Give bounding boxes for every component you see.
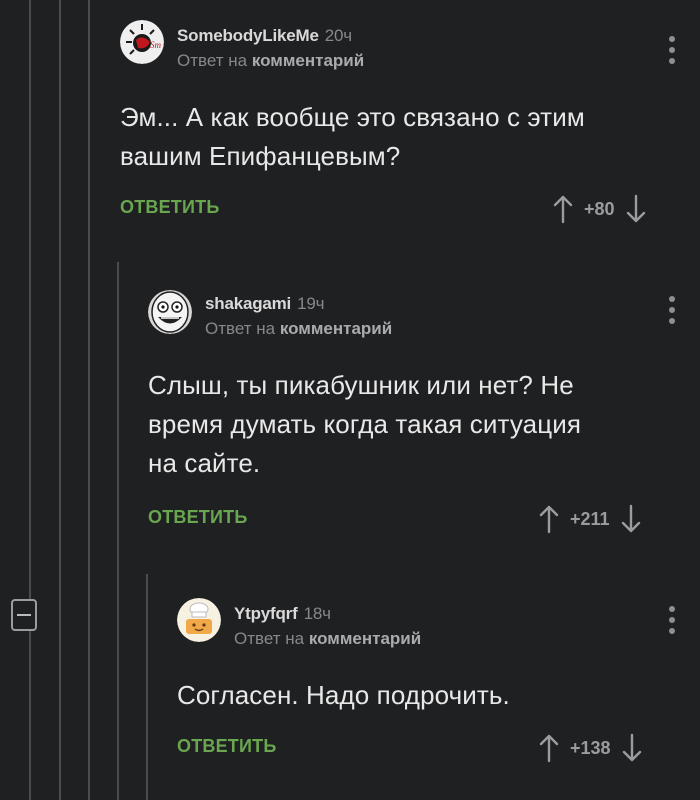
comment-text: Слыш, ты пикабушник или нет? Не время ду… [148, 366, 581, 483]
reply-to-link[interactable]: комментарий [280, 319, 392, 338]
comment-header: Ytpyfqrf 18ч Ответ на комментарий [177, 592, 675, 652]
comment-header: Sm SomebodyLikeMe 20ч Ответ на комментари… [120, 14, 675, 74]
thread-line [59, 0, 61, 800]
comment: Ytpyfqrf 18ч Ответ на комментарий Согласе… [177, 592, 675, 772]
vote-controls: +80 [552, 194, 647, 224]
vote-score: +211 [570, 508, 610, 529]
comment-text-line: на сайте. [148, 448, 261, 478]
more-options-icon[interactable] [666, 296, 678, 324]
svg-text:Sm: Sm [150, 40, 162, 50]
collapse-thread-icon[interactable] [11, 599, 37, 631]
reply-button[interactable]: ОТВЕТИТЬ [177, 736, 276, 757]
comment-text-line: вашим Епифанцевым? [120, 141, 401, 171]
reply-to-prefix: Ответ на [177, 51, 248, 70]
comment-text-line: Эм... А как вообще это связано с этим [120, 102, 585, 132]
arrow-up-icon[interactable] [538, 504, 560, 534]
timestamp: 20ч [324, 26, 352, 45]
sun-avatar-icon[interactable]: Sm [120, 20, 164, 64]
arrow-down-icon[interactable] [620, 504, 642, 534]
vote-score: +138 [570, 737, 611, 758]
reply-to-link[interactable]: комментарий [309, 629, 421, 648]
reply-to: Ответ на комментарий [177, 51, 364, 71]
comment-text: Согласен. Надо подрочить. [177, 676, 510, 715]
arrow-up-icon[interactable] [538, 733, 560, 763]
comment-header: shakagami 19ч Ответ на комментарий [148, 282, 675, 342]
reply-to: Ответ на комментарий [234, 629, 421, 649]
arrow-up-icon[interactable] [552, 194, 574, 224]
username-text[interactable]: shakagami [205, 294, 291, 313]
thread-line [117, 262, 119, 800]
vote-score: +80 [584, 198, 615, 219]
thread-line [29, 0, 31, 800]
thread-line [146, 574, 148, 800]
comment-text: Эм... А как вообще это связано с этим ва… [120, 98, 585, 176]
reply-to: Ответ на комментарий [205, 319, 392, 339]
comment-actions: ОТВЕТИТЬ +138 [177, 733, 680, 763]
username[interactable]: SomebodyLikeMe 20ч [177, 26, 352, 46]
comment-actions: ОТВЕТИТЬ +80 [120, 194, 680, 224]
username[interactable]: shakagami 19ч [205, 294, 324, 314]
vote-controls: +211 [538, 504, 642, 534]
comment-actions: ОТВЕТИТЬ +211 [148, 504, 680, 534]
username-text[interactable]: Ytpyfqrf [234, 604, 298, 623]
more-options-icon[interactable] [666, 606, 678, 634]
reply-button[interactable]: ОТВЕТИТЬ [120, 197, 219, 218]
arrow-down-icon[interactable] [625, 194, 647, 224]
comment-text-line: Согласен. Надо подрочить. [177, 680, 510, 710]
vote-controls: +138 [538, 733, 643, 763]
chef-avatar-icon[interactable] [177, 598, 221, 642]
more-options-icon[interactable] [666, 36, 678, 64]
comments-page: Sm SomebodyLikeMe 20ч Ответ на комментари… [0, 0, 700, 800]
username-text[interactable]: SomebodyLikeMe [177, 26, 319, 45]
reply-button[interactable]: ОТВЕТИТЬ [148, 507, 247, 528]
minus-icon [17, 614, 31, 616]
reply-to-link[interactable]: комментарий [252, 51, 364, 70]
arrow-down-icon[interactable] [621, 733, 643, 763]
timestamp: 19ч [297, 294, 325, 313]
comment: Sm SomebodyLikeMe 20ч Ответ на комментари… [120, 14, 675, 236]
meme-face-avatar-icon[interactable] [148, 290, 192, 334]
comment-text-line: Слыш, ты пикабушник или нет? Не [148, 370, 574, 400]
reply-to-prefix: Ответ на [205, 319, 276, 338]
thread-line [88, 0, 90, 800]
timestamp: 18ч [303, 604, 331, 623]
comment-text-line: время думать когда такая ситуация [148, 409, 581, 439]
username[interactable]: Ytpyfqrf 18ч [234, 604, 331, 624]
reply-to-prefix: Ответ на [234, 629, 305, 648]
comment: shakagami 19ч Ответ на комментарий Слыш, … [148, 282, 675, 544]
